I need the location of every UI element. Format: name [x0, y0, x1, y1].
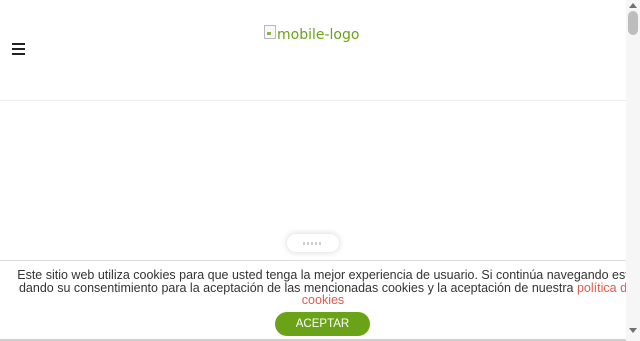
- scrollbar-thumb[interactable]: [628, 11, 638, 35]
- mobile-logo[interactable]: mobile-logo: [264, 25, 360, 44]
- hamburger-menu-icon[interactable]: [12, 43, 25, 55]
- cookie-message: Este sitio web utiliza cookies para que …: [13, 269, 633, 307]
- broken-image-icon: [264, 25, 276, 39]
- cookie-message-line-2: dando su consentimiento para la aceptaci…: [18, 280, 577, 295]
- page: mobile-logo Este sitio web utiliza cooki…: [0, 0, 640, 341]
- scroll-down-icon[interactable]: [629, 328, 637, 333]
- loading-dots-icon: [303, 242, 323, 245]
- site-header: mobile-logo: [0, 0, 626, 101]
- loading-indicator: [287, 234, 339, 252]
- vertical-scrollbar[interactable]: [626, 0, 640, 341]
- scroll-up-icon[interactable]: [629, 3, 637, 8]
- cookie-banner: Este sitio web utiliza cookies para que …: [0, 260, 629, 341]
- logo-alt-text: mobile-logo: [277, 27, 360, 43]
- accept-cookies-button[interactable]: ACEPTAR: [275, 312, 370, 336]
